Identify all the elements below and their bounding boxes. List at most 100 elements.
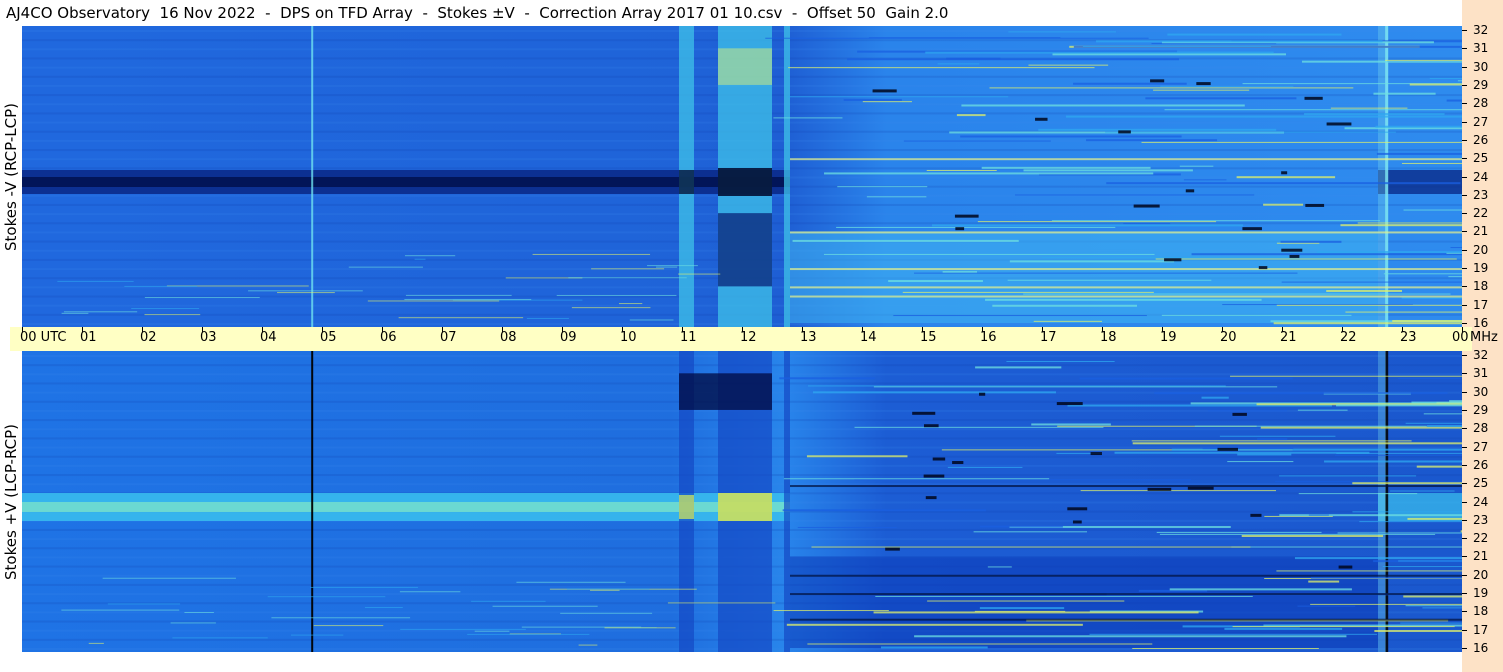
- left-streak: [405, 294, 512, 296]
- interference-streak: [1398, 560, 1462, 562]
- frequency-tick-label: 25: [1473, 476, 1489, 491]
- frequency-tick: [1462, 519, 1467, 521]
- dark-spot: [925, 496, 937, 500]
- interference-streak: [836, 226, 1116, 228]
- dark-spot: [923, 474, 945, 478]
- dark-spot: [1289, 254, 1300, 258]
- dark-spot: [1217, 447, 1238, 451]
- interference-streak: [1080, 490, 1277, 492]
- interference-line: [790, 574, 1462, 577]
- interference-streak: [1009, 260, 1175, 263]
- interference-region: [790, 231, 1378, 323]
- left-streak: [556, 294, 677, 296]
- time-tick-label: 14: [860, 330, 877, 345]
- interference-streak: [1232, 626, 1455, 628]
- frequency-tick: [1462, 574, 1467, 576]
- frequency-tick: [1462, 538, 1467, 540]
- interference-streak: [1403, 209, 1462, 211]
- frequency-tick: [1462, 483, 1467, 485]
- interference-line: [790, 485, 1462, 488]
- interference-streak: [1352, 482, 1462, 485]
- dark-spot: [872, 89, 897, 93]
- bottom-frequency-axis: 32 31 30 29 28 27 26 25 24 23 22 21 20 19 18 17 16: [1462, 349, 1503, 654]
- interference-streak: [1301, 60, 1462, 63]
- frequency-tick-label: 22: [1473, 531, 1489, 546]
- frequency-tick-label: 31: [1473, 366, 1489, 381]
- interference-line: [790, 286, 1462, 289]
- left-streak: [144, 314, 201, 316]
- interference-streak: [987, 566, 1012, 568]
- dark-spot: [1035, 117, 1048, 121]
- left-streak: [474, 630, 510, 632]
- time-tick-label: 05: [320, 330, 337, 345]
- interference-streak: [1279, 475, 1417, 477]
- dark-spot: [1242, 227, 1262, 231]
- burst-core: [718, 167, 772, 196]
- left-streak: [277, 292, 335, 294]
- time-tick-label: 06: [380, 330, 397, 345]
- interference-streak: [1161, 314, 1352, 316]
- frequency-tick: [1462, 286, 1467, 288]
- dark-band-late: [1378, 169, 1462, 194]
- interference-streak: [1183, 179, 1227, 181]
- interference-streak: [1031, 423, 1111, 426]
- interference-streak: [1033, 320, 1103, 322]
- interference-streak: [1160, 85, 1294, 87]
- dark-spot: [1304, 96, 1323, 100]
- interference-streak: [973, 531, 1087, 533]
- left-streak: [590, 589, 620, 591]
- interference-streak: [1132, 647, 1319, 649]
- dark-spot: [1250, 513, 1262, 517]
- frequency-tick: [1462, 30, 1467, 31]
- frequency-tick: [1462, 391, 1467, 393]
- dark-band-core: [22, 176, 790, 187]
- dark-spot: [1338, 565, 1353, 569]
- frequency-tick-label: 20: [1473, 567, 1489, 582]
- burst-column: [784, 26, 790, 327]
- interference-streak: [1231, 546, 1462, 548]
- interference-streak: [1450, 247, 1462, 249]
- interference-streak: [1374, 629, 1462, 632]
- frequency-tick-label: 29: [1473, 402, 1489, 417]
- left-streak: [61, 312, 89, 314]
- interference-streak: [1405, 422, 1462, 424]
- interference-streak: [1227, 461, 1294, 463]
- frequency-tick: [1462, 355, 1467, 356]
- burst-core: [718, 492, 772, 521]
- interference-line: [790, 295, 1462, 298]
- interference-streak: [1398, 378, 1462, 380]
- interference-streak: [1275, 481, 1462, 483]
- dark-spot: [1164, 258, 1182, 262]
- interference-streak: [1086, 139, 1218, 142]
- frequency-tick: [1462, 446, 1467, 448]
- time-tick-label: 22: [1340, 330, 1357, 345]
- interference-streak: [1202, 447, 1294, 450]
- interference-streak: [813, 391, 1056, 394]
- interference-streak: [1008, 31, 1117, 33]
- interference-streak: [1411, 401, 1462, 404]
- left-streak: [591, 268, 665, 270]
- time-tick-label: 13: [800, 330, 817, 345]
- interference-streak: [1156, 531, 1322, 533]
- interference-streak: [1429, 77, 1462, 79]
- left-streak: [678, 273, 721, 275]
- left-streak: [404, 299, 532, 301]
- left-streak: [604, 627, 676, 629]
- interference-streak: [1131, 440, 1412, 442]
- frequency-tick: [1462, 66, 1467, 68]
- dark-spot: [1196, 82, 1211, 86]
- time-tick-label: 19: [1160, 330, 1177, 345]
- interference-streak: [807, 385, 1226, 387]
- interference-streak: [1207, 410, 1288, 412]
- interference-streak: [873, 611, 1199, 614]
- interference-streak: [806, 455, 908, 458]
- interference-streak: [1145, 97, 1297, 100]
- interference-streak: [1132, 442, 1462, 445]
- interference-streak: [1294, 557, 1462, 560]
- interference-streak: [1383, 273, 1462, 275]
- interference-line: [790, 158, 1462, 161]
- interference-streak: [773, 117, 843, 119]
- interference-streak: [1423, 413, 1462, 415]
- time-tick-label: 15: [920, 330, 937, 345]
- frequency-tick-label: 24: [1473, 494, 1489, 509]
